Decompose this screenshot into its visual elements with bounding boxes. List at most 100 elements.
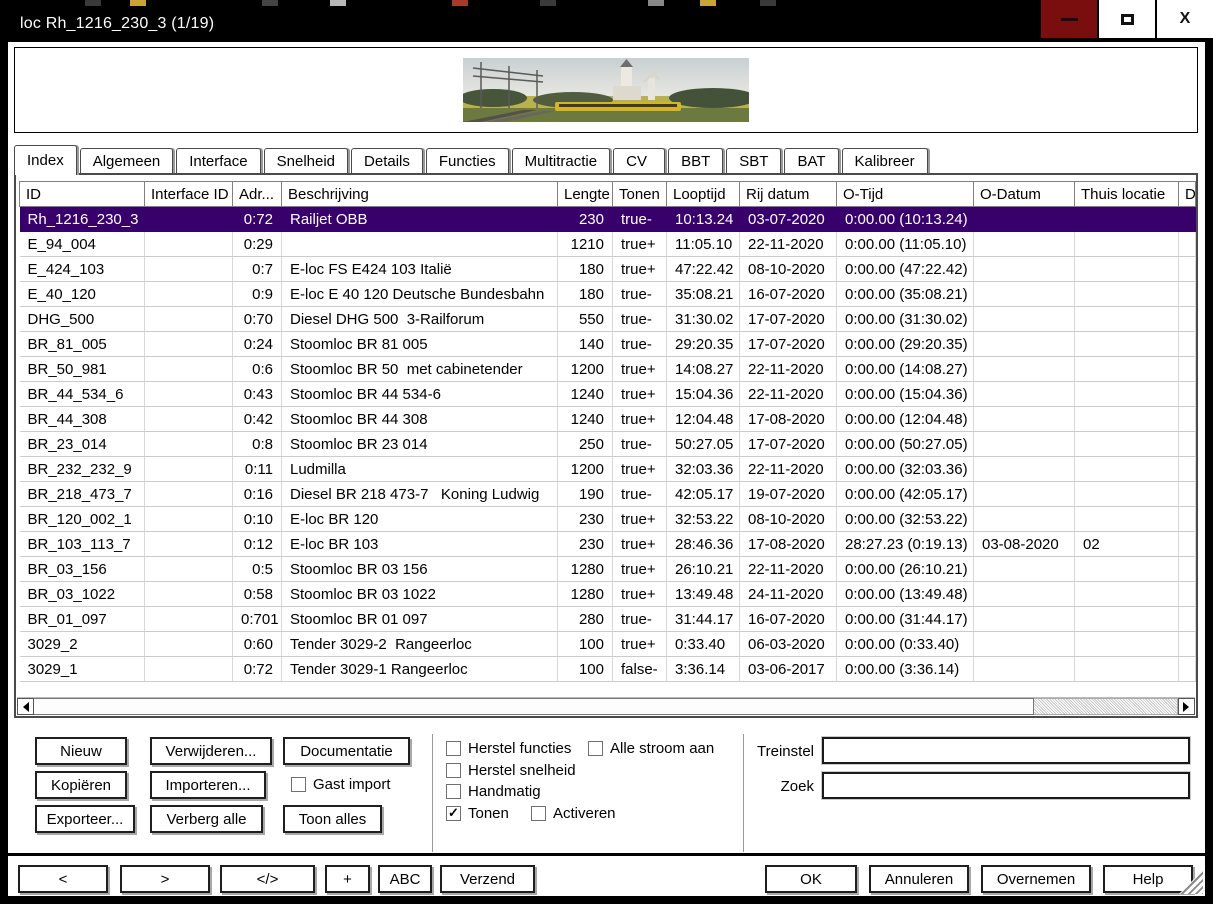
nieuw-button[interactable]: Nieuw <box>35 737 127 765</box>
maximize-button[interactable] <box>1099 0 1155 38</box>
code-button[interactable]: </> <box>220 865 315 893</box>
scroll-left-icon <box>18 702 29 712</box>
table-cell: BR_44_308 <box>20 407 145 432</box>
verberg-alle-button[interactable]: Verberg alle <box>150 805 263 833</box>
table-row[interactable]: BR_232_232_90:11Ludmilla1200true+32:03.3… <box>20 457 1196 482</box>
table-row[interactable]: BR_03_10220:58Stoomloc BR 03 10221280tru… <box>20 582 1196 607</box>
loc-dialog-window: loc Rh_1216_230_3 (1/19) X <box>0 0 1213 904</box>
herstel-functies-checkbox[interactable]: Herstel functies <box>446 739 571 757</box>
column-header-1[interactable]: Interface ID <box>145 182 233 207</box>
activeren-checkbox[interactable]: Activeren <box>531 804 616 822</box>
importeren-button[interactable]: Importeren... <box>150 771 266 799</box>
footer-divider <box>0 853 1213 856</box>
tab-index[interactable]: Index <box>14 145 77 175</box>
tab-functies[interactable]: Functies <box>426 148 509 173</box>
column-header-11[interactable]: D <box>1179 182 1196 207</box>
abc-button[interactable]: ABC <box>378 865 432 893</box>
column-header-9[interactable]: O-Datum <box>974 182 1075 207</box>
tab-sbt[interactable]: SBT <box>726 148 781 173</box>
help-button[interactable]: Help <box>1103 865 1193 893</box>
overnemen-button[interactable]: Overnemen <box>981 865 1091 893</box>
checkbox-box <box>588 741 603 756</box>
ok-button[interactable]: OK <box>765 865 857 893</box>
prev-button[interactable]: < <box>18 865 108 893</box>
table-cell <box>974 632 1075 657</box>
kopieren-button[interactable]: Kopiëren <box>35 771 127 799</box>
column-header-5[interactable]: Tonen <box>613 182 667 207</box>
table-row[interactable]: E_424_1030:7E-loc FS E424 103 Italië180t… <box>20 257 1196 282</box>
table-cell: true- <box>613 282 667 307</box>
table-cell: true+ <box>613 382 667 407</box>
checkbox-label: Herstel functies <box>468 740 571 757</box>
handmatig-checkbox[interactable]: Handmatig <box>446 782 541 800</box>
table-row[interactable]: BR_103_113_70:12E-loc BR 103230true+28:4… <box>20 532 1196 557</box>
table-row[interactable]: BR_218_473_70:16Diesel BR 218 473-7 Koni… <box>20 482 1196 507</box>
column-header-2[interactable]: Adr... <box>233 182 282 207</box>
scroll-left-button[interactable] <box>17 698 34 715</box>
table-row[interactable]: Rh_1216_230_30:72Railjet OBB230true-10:1… <box>20 207 1196 232</box>
table-row[interactable]: BR_120_002_10:10E-loc BR 120230true+32:5… <box>20 507 1196 532</box>
scroll-right-button[interactable] <box>1178 698 1195 715</box>
table-row[interactable]: E_94_0040:291210true+11:05.1022-11-20200… <box>20 232 1196 257</box>
table-cell: BR_120_002_1 <box>20 507 145 532</box>
tab-bat[interactable]: BAT <box>784 148 838 173</box>
table-cell: E-loc BR 103 <box>282 532 558 557</box>
table-cell: 1200 <box>558 457 613 482</box>
herstel-snelheid-checkbox[interactable]: Herstel snelheid <box>446 761 576 779</box>
table-cell <box>974 582 1075 607</box>
horizontal-scrollbar[interactable] <box>17 697 1195 715</box>
table-cell <box>974 307 1075 332</box>
verwijderen-button[interactable]: Verwijderen... <box>150 737 272 765</box>
table-row[interactable]: BR_50_9810:6Stoomloc BR 50 met cabineten… <box>20 357 1196 382</box>
tab-multitractie[interactable]: Multitractie <box>512 148 611 173</box>
scrollbar-thumb[interactable] <box>34 698 1034 715</box>
minimize-button[interactable] <box>1041 0 1097 38</box>
documentatie-button[interactable]: Documentatie <box>283 737 410 765</box>
table-row[interactable]: BR_23_0140:8Stoomloc BR 23 014250true-50… <box>20 432 1196 457</box>
alle-stroom-aan-checkbox[interactable]: Alle stroom aan <box>588 739 714 757</box>
table-row[interactable]: BR_44_3080:42Stoomloc BR 44 3081240true+… <box>20 407 1196 432</box>
table-row[interactable]: BR_03_1560:5Stoomloc BR 03 1561280true+2… <box>20 557 1196 582</box>
column-header-4[interactable]: Lengte <box>558 182 613 207</box>
column-header-10[interactable]: Thuis locatie <box>1075 182 1179 207</box>
table-cell: true+ <box>613 457 667 482</box>
scrollbar-track[interactable] <box>1034 698 1178 715</box>
tab-algemeen[interactable]: Algemeen <box>80 148 174 173</box>
table-cell: 22-11-2020 <box>740 382 837 407</box>
table-row[interactable]: BR_81_0050:24Stoomloc BR 81 005140true-2… <box>20 332 1196 357</box>
gast-import-checkbox[interactable]: Gast import <box>291 775 391 793</box>
toon-alles-button[interactable]: Toon alles <box>283 805 382 833</box>
table-row[interactable]: 3029_20:60Tender 3029-2 Rangeerloc100tru… <box>20 632 1196 657</box>
table-cell: 02 <box>1075 532 1179 557</box>
table-row[interactable]: 3029_10:72Tender 3029-1 Rangeerloc100fal… <box>20 657 1196 682</box>
tab-kalibreer[interactable]: Kalibreer <box>842 148 928 173</box>
column-header-8[interactable]: O-Tijd <box>837 182 974 207</box>
verzend-button[interactable]: Verzend <box>440 865 535 893</box>
zoek-input[interactable] <box>822 772 1190 799</box>
tab-interface[interactable]: Interface <box>176 148 260 173</box>
tonen-checkbox[interactable]: Tonen <box>446 804 509 822</box>
column-header-6[interactable]: Looptijd <box>667 182 740 207</box>
column-header-3[interactable]: Beschrijving <box>282 182 558 207</box>
titlebar: loc Rh_1216_230_3 (1/19) <box>8 6 1205 42</box>
table-cell: 0:58 <box>233 582 282 607</box>
plus-button[interactable]: + <box>325 865 370 893</box>
table-row[interactable]: BR_01_0970:701Stoomloc BR 01 097280true-… <box>20 607 1196 632</box>
column-header-0[interactable]: ID <box>20 182 145 207</box>
exporteer-button[interactable]: Exporteer... <box>35 805 135 833</box>
treinstel-input[interactable] <box>822 737 1190 764</box>
close-button[interactable]: X <box>1157 0 1213 38</box>
tab-snelheid[interactable]: Snelheid <box>264 148 348 173</box>
tab-details[interactable]: Details <box>351 148 423 173</box>
tab-cv[interactable]: CV <box>613 148 665 173</box>
table-cell: 0:00.00 (14:08.27) <box>837 357 974 382</box>
next-button[interactable]: > <box>120 865 210 893</box>
column-header-7[interactable]: Rij datum <box>740 182 837 207</box>
table-row[interactable]: E_40_1200:9E-loc E 40 120 Deutsche Bunde… <box>20 282 1196 307</box>
tab-bbt[interactable]: BBT <box>668 148 723 173</box>
table-row[interactable]: BR_44_534_60:43Stoomloc BR 44 534-61240t… <box>20 382 1196 407</box>
annuleren-button[interactable]: Annuleren <box>869 865 969 893</box>
table-row[interactable]: DHG_5000:70Diesel DHG 500 3-Railforum550… <box>20 307 1196 332</box>
table-cell: 280 <box>558 607 613 632</box>
table-cell: 0:701 <box>233 607 282 632</box>
